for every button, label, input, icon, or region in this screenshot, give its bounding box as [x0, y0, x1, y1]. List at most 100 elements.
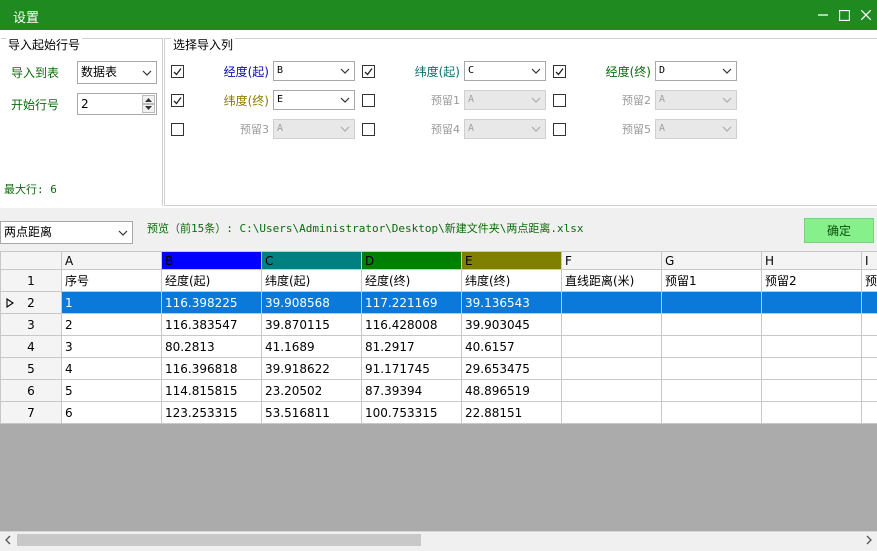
- table-cell[interactable]: 39.870115: [261, 313, 362, 336]
- table-cell[interactable]: 39.918622: [261, 357, 362, 380]
- table-cell[interactable]: [561, 379, 662, 402]
- column-select[interactable]: D: [655, 61, 737, 81]
- column-checkbox[interactable]: [553, 65, 566, 78]
- table-cell[interactable]: [761, 401, 862, 424]
- table-cell[interactable]: 114.815815: [161, 379, 262, 402]
- table-cell[interactable]: 91.171745: [361, 357, 462, 380]
- table-cell[interactable]: 117.221169: [361, 291, 462, 314]
- table-cell[interactable]: 预留2: [761, 269, 862, 292]
- table-cell[interactable]: 116.398225: [161, 291, 262, 314]
- table-cell[interactable]: [561, 313, 662, 336]
- column-header[interactable]: B: [161, 251, 262, 270]
- column-checkbox[interactable]: [171, 65, 184, 78]
- table-cell[interactable]: 23.20502: [261, 379, 362, 402]
- table-cell[interactable]: [861, 379, 877, 402]
- column-checkbox[interactable]: [362, 65, 375, 78]
- import-to-select[interactable]: 数据表: [77, 61, 157, 84]
- table-cell[interactable]: 53.516811: [261, 401, 362, 424]
- table-row[interactable]: 2 1 116.398225 39.908568 117.221169 39.136543: [0, 291, 877, 314]
- table-cell[interactable]: 87.39394: [361, 379, 462, 402]
- table-cell[interactable]: [661, 291, 762, 314]
- table-cell[interactable]: 纬度(终): [461, 269, 562, 292]
- table-cell[interactable]: [861, 291, 877, 314]
- scrollbar-thumb[interactable]: [17, 534, 421, 546]
- column-header[interactable]: F: [561, 251, 662, 270]
- column-header[interactable]: H: [761, 251, 862, 270]
- column-select[interactable]: E: [273, 90, 355, 110]
- table-row[interactable]: 5 4 116.396818 39.918622 91.171745 29.653475: [0, 357, 877, 380]
- row-header[interactable]: 3: [0, 313, 62, 336]
- column-checkbox[interactable]: [362, 123, 375, 136]
- column-header[interactable]: D: [361, 251, 462, 270]
- table-cell[interactable]: [861, 335, 877, 358]
- table-row[interactable]: 6 5 114.815815 23.20502 87.39394 48.896519: [0, 379, 877, 402]
- table-cell[interactable]: [761, 357, 862, 380]
- table-cell[interactable]: 39.136543: [461, 291, 562, 314]
- table-cell[interactable]: 5: [61, 379, 162, 402]
- table-cell[interactable]: 序号: [61, 269, 162, 292]
- table-cell[interactable]: [661, 313, 762, 336]
- table-cell[interactable]: 41.1689: [261, 335, 362, 358]
- column-checkbox[interactable]: [171, 94, 184, 107]
- table-row[interactable]: 4 3 80.2813 41.1689 81.2917 40.6157: [0, 335, 877, 358]
- table-cell[interactable]: 22.88151: [461, 401, 562, 424]
- table-cell[interactable]: 预: [861, 269, 877, 292]
- table-cell[interactable]: 123.253315: [161, 401, 262, 424]
- table-cell[interactable]: 80.2813: [161, 335, 262, 358]
- column-header[interactable]: I: [861, 251, 877, 270]
- confirm-button[interactable]: 确定: [804, 218, 874, 243]
- spin-up-button[interactable]: [142, 95, 155, 104]
- column-header[interactable]: E: [461, 251, 562, 270]
- table-cell[interactable]: [661, 379, 762, 402]
- table-cell[interactable]: 39.903045: [461, 313, 562, 336]
- spin-down-button[interactable]: [142, 104, 155, 113]
- table-cell[interactable]: 100.753315: [361, 401, 462, 424]
- column-header[interactable]: G: [661, 251, 762, 270]
- table-cell[interactable]: [561, 401, 662, 424]
- column-checkbox[interactable]: [362, 94, 375, 107]
- column-checkbox[interactable]: [553, 123, 566, 136]
- table-cell[interactable]: 1: [61, 291, 162, 314]
- table-cell[interactable]: [861, 313, 877, 336]
- row-header[interactable]: 5: [0, 357, 62, 380]
- table-cell[interactable]: 116.383547: [161, 313, 262, 336]
- table-row[interactable]: 3 2 116.383547 39.870115 116.428008 39.903045: [0, 313, 877, 336]
- preview-grid[interactable]: A B C D E F G H I 1 序号 经度(起) 纬度(起) 经度(终) 纬度(终) 直线距离(米) 预…: [0, 251, 877, 531]
- table-cell[interactable]: 81.2917: [361, 335, 462, 358]
- table-cell[interactable]: [561, 335, 662, 358]
- table-cell[interactable]: 6: [61, 401, 162, 424]
- table-cell[interactable]: [861, 357, 877, 380]
- table-cell[interactable]: 2: [61, 313, 162, 336]
- column-header[interactable]: C: [261, 251, 362, 270]
- table-cell[interactable]: 经度(终): [361, 269, 462, 292]
- table-cell[interactable]: [761, 335, 862, 358]
- table-row[interactable]: 1 序号 经度(起) 纬度(起) 经度(终) 纬度(终) 直线距离(米) 预留1 预留2 预: [0, 269, 877, 292]
- column-header[interactable]: A: [61, 251, 162, 270]
- row-header[interactable]: 1: [0, 269, 62, 292]
- grid-corner[interactable]: [0, 251, 62, 270]
- horizontal-scrollbar[interactable]: [0, 531, 877, 548]
- table-cell[interactable]: [761, 313, 862, 336]
- table-cell[interactable]: 116.428008: [361, 313, 462, 336]
- row-header[interactable]: 2: [0, 291, 62, 314]
- table-cell[interactable]: [761, 291, 862, 314]
- table-cell[interactable]: [661, 335, 762, 358]
- row-header[interactable]: 4: [0, 335, 62, 358]
- table-cell[interactable]: 29.653475: [461, 357, 562, 380]
- table-cell[interactable]: 预留1: [661, 269, 762, 292]
- table-cell[interactable]: [761, 379, 862, 402]
- table-cell[interactable]: 40.6157: [461, 335, 562, 358]
- table-cell[interactable]: [661, 357, 762, 380]
- mode-select[interactable]: 两点距离: [0, 221, 133, 244]
- table-row[interactable]: 7 6 123.253315 53.516811 100.753315 22.88151: [0, 401, 877, 424]
- table-cell[interactable]: [861, 401, 877, 424]
- table-cell[interactable]: [561, 291, 662, 314]
- table-cell[interactable]: 39.908568: [261, 291, 362, 314]
- column-select[interactable]: C: [464, 61, 546, 81]
- table-cell[interactable]: [661, 401, 762, 424]
- table-cell[interactable]: [561, 357, 662, 380]
- start-row-stepper[interactable]: 2: [77, 93, 157, 115]
- table-cell[interactable]: 116.396818: [161, 357, 262, 380]
- column-checkbox[interactable]: [553, 94, 566, 107]
- close-button[interactable]: [853, 0, 877, 30]
